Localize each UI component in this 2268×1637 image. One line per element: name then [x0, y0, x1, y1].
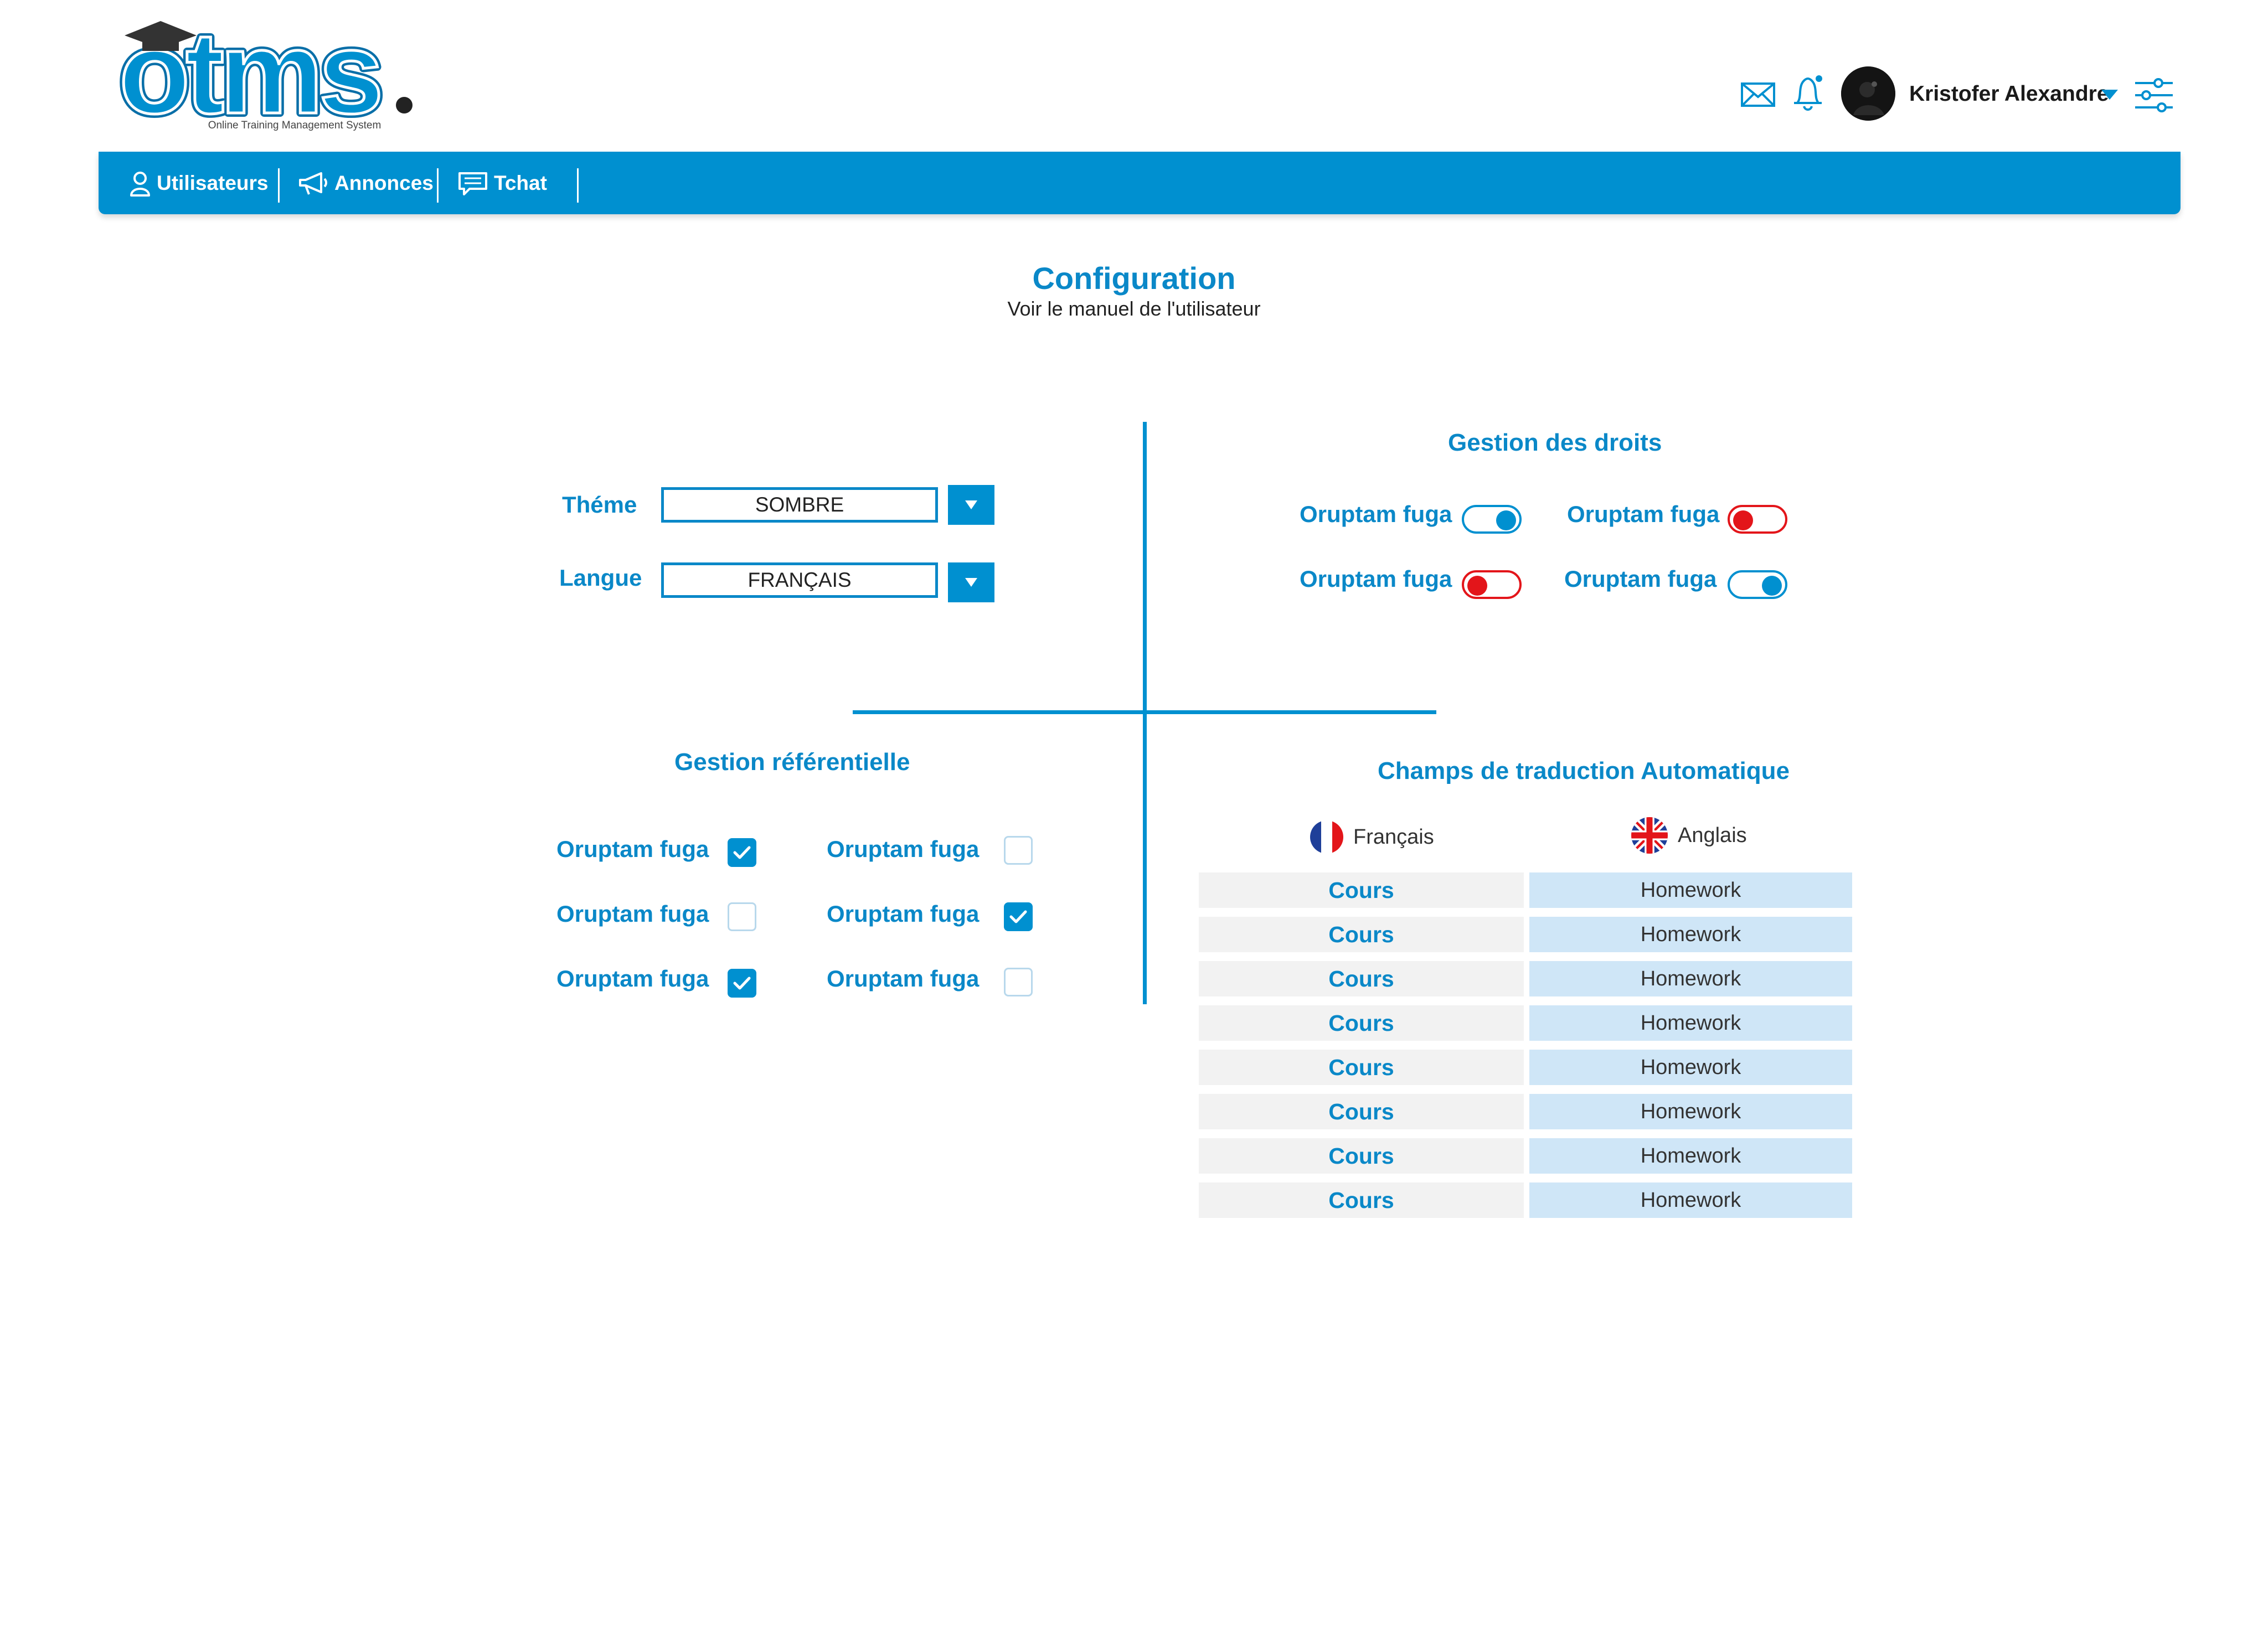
source-term[interactable]: Cours [1199, 1138, 1524, 1174]
theme-select[interactable]: SOMBRE [661, 487, 938, 523]
translation-row: Cours Homework [1199, 961, 1852, 996]
nav-item-tchat[interactable]: Tchat [457, 152, 547, 214]
nav-label: Tchat [494, 171, 547, 194]
rights-section-title: Gestion des droits [1448, 429, 1662, 456]
translation-row: Cours Homework [1199, 1094, 1852, 1129]
caret-down-icon [965, 500, 977, 509]
user-icon [130, 171, 150, 197]
check-icon [733, 977, 751, 990]
right-toggle[interactable] [1462, 505, 1522, 534]
right-label: Oruptam fuga [1300, 501, 1452, 527]
target-term[interactable]: Homework [1529, 1138, 1852, 1174]
nav-label: Utilisateurs [157, 171, 269, 194]
horizontal-divider [853, 710, 1436, 714]
user-name[interactable]: Kristofer Alexandre [1909, 82, 2109, 106]
avatar[interactable] [1841, 66, 1895, 121]
check-icon [1009, 910, 1027, 923]
target-term[interactable]: Homework [1529, 1182, 1852, 1218]
bell-icon[interactable] [1788, 71, 1827, 111]
megaphone-icon [299, 172, 327, 195]
referential-checkbox[interactable] [1004, 902, 1033, 931]
referential-label: Oruptam fuga [827, 836, 980, 862]
language-label: Langue [559, 565, 642, 591]
source-term[interactable]: Cours [1199, 1050, 1524, 1085]
referential-label: Oruptam fuga [827, 965, 980, 992]
target-language-label: Anglais [1678, 823, 1747, 847]
source-language-label: Français [1353, 825, 1434, 849]
user-manual-link[interactable]: Voir le manuel de l'utilisateur [0, 297, 2268, 321]
language-dropdown-button[interactable] [948, 562, 994, 602]
page-title: Configuration [1032, 261, 1236, 296]
chat-icon [458, 172, 487, 195]
nav-item-utilisateurs[interactable]: Utilisateurs [129, 152, 269, 214]
source-term[interactable]: Cours [1199, 917, 1524, 952]
target-term[interactable]: Homework [1529, 1005, 1852, 1041]
translation-row: Cours Homework [1199, 1138, 1852, 1174]
source-term[interactable]: Cours [1199, 1182, 1524, 1218]
translation-row: Cours Homework [1199, 917, 1852, 952]
right-label: Oruptam fuga [1564, 566, 1717, 592]
target-term[interactable]: Homework [1529, 1050, 1852, 1085]
right-label: Oruptam fuga [1300, 566, 1452, 592]
referential-checkbox[interactable] [1004, 968, 1033, 996]
check-icon [733, 846, 751, 859]
source-term[interactable]: Cours [1199, 1005, 1524, 1041]
uk-flag-icon [1631, 817, 1668, 854]
theme-label: Théme [562, 492, 637, 518]
france-flag-icon [1310, 820, 1343, 854]
right-toggle[interactable] [1728, 570, 1787, 599]
referential-label: Oruptam fuga [556, 901, 709, 927]
referential-section-title: Gestion référentielle [674, 748, 910, 776]
chevron-down-icon[interactable] [2101, 90, 2118, 100]
language-select[interactable]: FRANÇAIS [661, 562, 938, 598]
right-toggle[interactable] [1728, 505, 1787, 534]
theme-dropdown-button[interactable] [948, 485, 994, 525]
source-term[interactable]: Cours [1199, 1094, 1524, 1129]
nav-item-annonces[interactable]: Annonces [298, 152, 434, 214]
referential-checkbox[interactable] [728, 969, 756, 998]
translation-section-title: Champs de traduction Automatique [1378, 757, 1790, 784]
nav-divider [278, 168, 280, 203]
translation-row: Cours Homework [1199, 872, 1852, 908]
settings-sliders-icon[interactable] [2133, 78, 2173, 116]
translation-row: Cours Homework [1199, 1005, 1852, 1041]
target-language-header: Anglais [1631, 817, 1747, 854]
referential-label: Oruptam fuga [556, 965, 709, 992]
referential-label: Oruptam fuga [556, 836, 709, 862]
source-term[interactable]: Cours [1199, 961, 1524, 996]
translation-row: Cours Homework [1199, 1050, 1852, 1085]
nav-divider [577, 168, 579, 203]
referential-checkbox[interactable] [728, 838, 756, 867]
referential-label: Oruptam fuga [827, 901, 980, 927]
target-term[interactable]: Homework [1529, 1094, 1852, 1129]
right-label: Oruptam fuga [1567, 501, 1720, 527]
right-toggle[interactable] [1462, 570, 1522, 599]
target-term[interactable]: Homework [1529, 917, 1852, 952]
target-term[interactable]: Homework [1529, 961, 1852, 996]
nav-divider [437, 168, 439, 203]
caret-down-icon [965, 578, 977, 587]
translation-row: Cours Homework [1199, 1182, 1852, 1218]
source-language-header: Français [1310, 820, 1434, 854]
target-term[interactable]: Homework [1529, 872, 1852, 908]
mail-icon[interactable] [1739, 75, 1777, 113]
nav-label: Annonces [334, 171, 434, 194]
logo-tagline: Online Training Management System [208, 120, 382, 131]
source-term[interactable]: Cours [1199, 872, 1524, 908]
referential-checkbox[interactable] [1004, 836, 1033, 865]
referential-checkbox[interactable] [728, 902, 756, 931]
main-nav: Utilisateurs Annonces Tchat [99, 152, 2181, 214]
